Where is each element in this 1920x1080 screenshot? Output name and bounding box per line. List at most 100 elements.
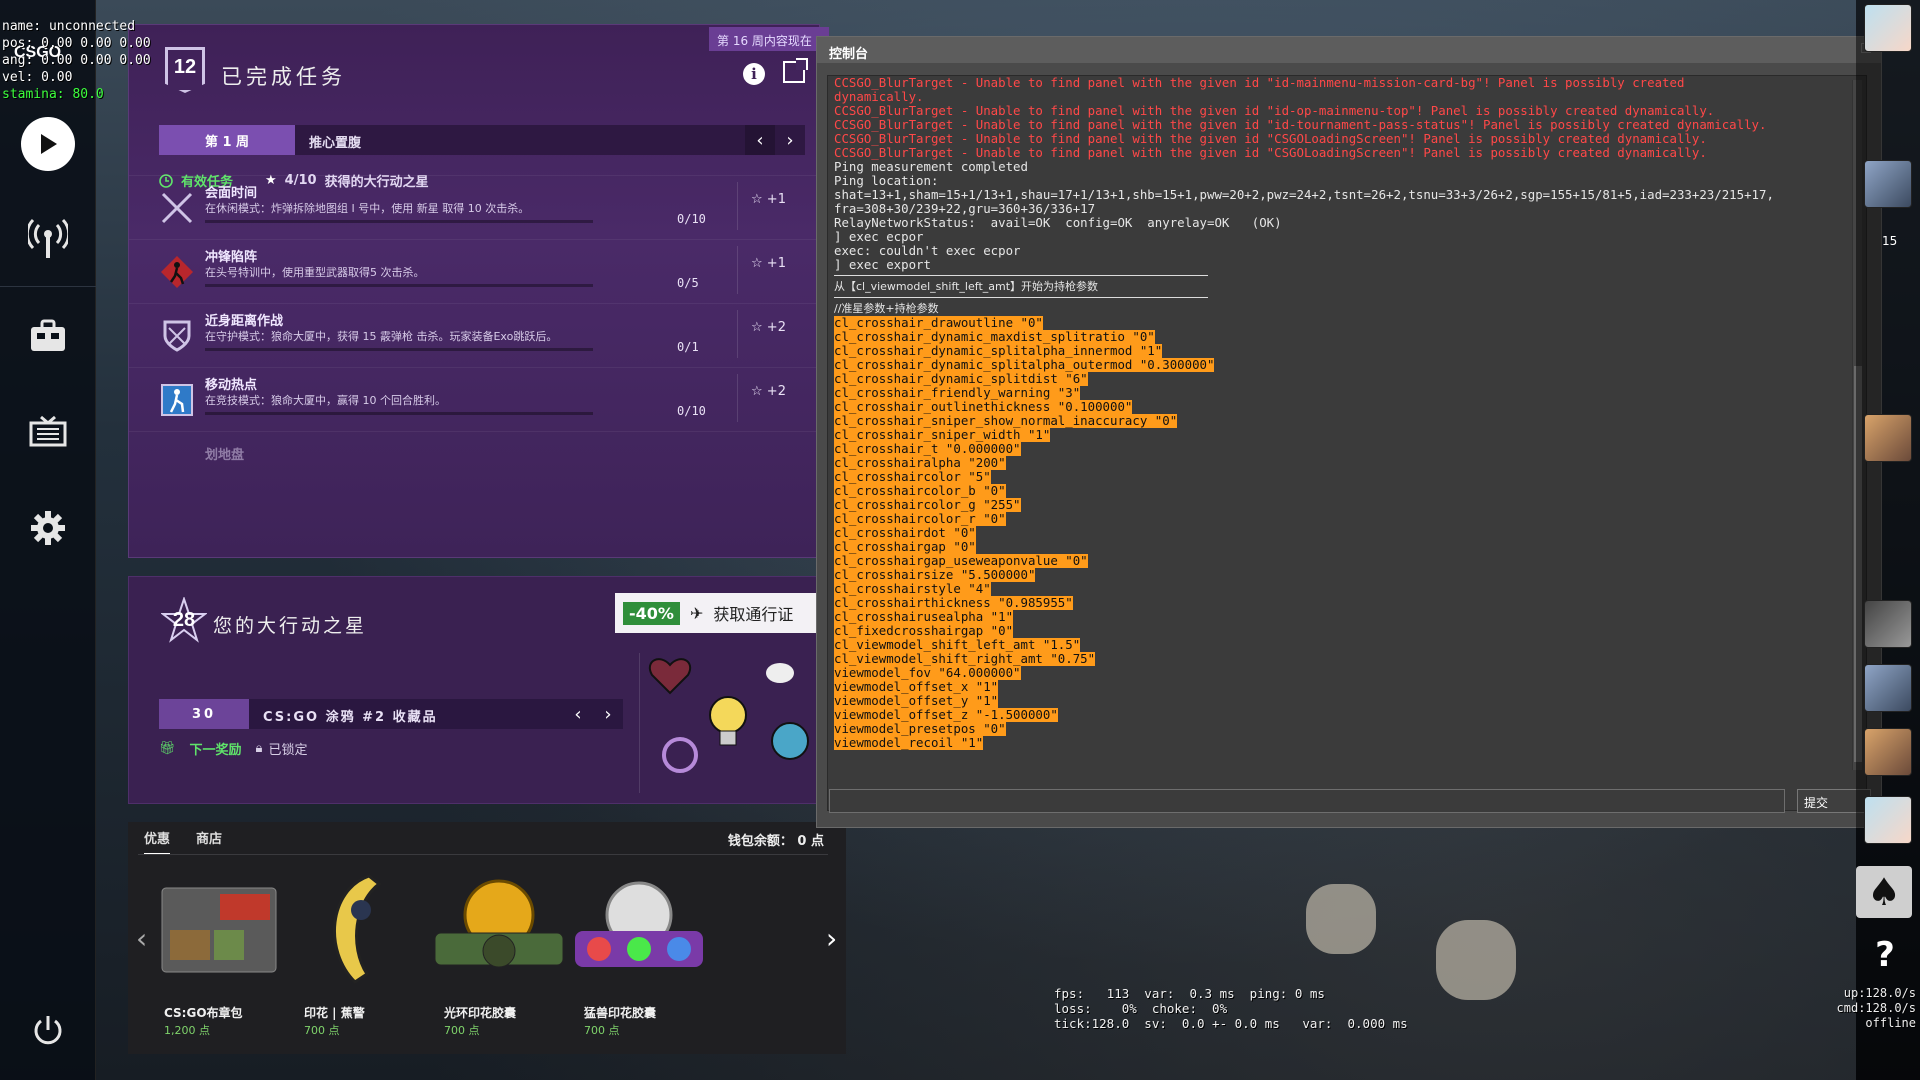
mission-row[interactable]: 近身距离作战 在守护模式：狼命大厦中，获得 15 霰弹枪 击杀。玩家装备Exo跳跃… bbox=[129, 303, 821, 367]
console-input[interactable] bbox=[829, 789, 1785, 813]
graffiti-preview[interactable] bbox=[639, 653, 819, 793]
console-highlighted-row: cl_crosshairstyle "4" bbox=[834, 582, 1774, 596]
quit-button[interactable] bbox=[18, 1000, 78, 1060]
friends-panel bbox=[1856, 0, 1920, 1080]
player-knee-right bbox=[1436, 920, 1516, 1000]
console-highlighted-row: cl_crosshair_outlinethickness "0.100000" bbox=[834, 400, 1774, 414]
console-error-line: CCSGO_BlurTarget - Unable to find panel … bbox=[834, 75, 1685, 90]
console-highlighted-row: cl_crosshairgap_useweaponvalue "0" bbox=[834, 554, 1774, 568]
hud-stamina: stamina: 80.0 bbox=[2, 87, 104, 102]
chevron-right-icon[interactable]: › bbox=[826, 922, 837, 955]
console-highlighted-row: viewmodel_offset_x "1" bbox=[834, 680, 1774, 694]
tab-deals[interactable]: 优惠 bbox=[144, 828, 171, 855]
avatar[interactable] bbox=[1864, 4, 1912, 52]
inventory-button[interactable] bbox=[18, 306, 78, 366]
avatar[interactable] bbox=[1864, 664, 1912, 712]
store-item[interactable]: CS:GO布章包 1,200 点 bbox=[144, 870, 294, 1050]
week-name: 推心置腹 bbox=[309, 136, 362, 151]
watch-button[interactable] bbox=[18, 402, 78, 462]
console-highlighted-row: cl_crosshairalpha "200" bbox=[834, 456, 1774, 470]
help-icon[interactable]: ? bbox=[1860, 930, 1910, 980]
avatar[interactable] bbox=[1864, 796, 1912, 844]
divider bbox=[737, 374, 738, 422]
console-highlighted-line: cl_crosshair_outlinethickness "0.100000" bbox=[834, 399, 1133, 414]
mission-row[interactable]: 冲锋陷阵 在头号特训中，使用重型武器取得5 次击杀。 0/5 ☆ +1 bbox=[129, 239, 821, 303]
locked-label: 已锁定 bbox=[268, 743, 308, 758]
collection-selector: 30 CS:GO 涂鸦 #2 收藏品 ‹ › bbox=[159, 699, 623, 729]
progress-bar bbox=[205, 412, 593, 415]
debug-hud: name: unconnected pos: 0.00 0.00 0.00 an… bbox=[2, 18, 151, 103]
spade-card-icon[interactable]: ♠ bbox=[1856, 866, 1912, 918]
console-highlighted-line: viewmodel_recoil "1" bbox=[834, 735, 984, 750]
hud-name: name: unconnected bbox=[2, 19, 136, 34]
left-rail bbox=[0, 0, 96, 1080]
console-highlighted-line: cl_crosshairsize "5.500000" bbox=[834, 567, 1036, 582]
chevron-left-icon[interactable]: ‹ bbox=[563, 699, 593, 729]
item-price: 700 点 bbox=[304, 1024, 340, 1037]
mission-row[interactable]: 会面时间 在休闲模式：炸弹拆除地图组 I 号中，使用 新星 取得 10 次击杀。 0… bbox=[129, 175, 821, 239]
collection-name: CS:GO 涂鸦 #2 收藏品 bbox=[263, 710, 438, 725]
store-item[interactable]: 印花 | 蕉警 700 点 bbox=[284, 870, 434, 1050]
console-separator bbox=[834, 297, 1208, 298]
store-divider bbox=[138, 854, 828, 855]
chevron-right-icon[interactable]: › bbox=[775, 125, 805, 155]
stat-line: cmd:128.0/s bbox=[1836, 1001, 1916, 1015]
mission-name: 移动热点 bbox=[205, 378, 258, 393]
console-line: ] exec ecpor bbox=[834, 229, 924, 244]
mission-description: 在竞技模式：狼命大厦中，赢得 10 个回合胜利。 bbox=[205, 394, 446, 407]
wallet-balance: 钱包余额： 0 点 bbox=[727, 834, 824, 849]
avatar[interactable] bbox=[1864, 414, 1912, 462]
broadcast-button[interactable] bbox=[18, 208, 78, 268]
avatar[interactable] bbox=[1864, 160, 1912, 208]
mission-panel: 12 已完成任务 第 16 周内容现在 i 第 1 周 推心置腹 ‹ › 有效任… bbox=[128, 24, 829, 558]
collection-number: 30 bbox=[159, 699, 249, 729]
console-highlighted-line: cl_crosshaircolor_g "255" bbox=[834, 497, 1021, 512]
console-output[interactable]: CCSGO_BlurTarget - Unable to find panel … bbox=[827, 75, 1867, 811]
console-highlighted-line: cl_crosshair_t "0.000000" bbox=[834, 441, 1021, 456]
broadcast-icon bbox=[28, 218, 68, 258]
avatar[interactable] bbox=[1864, 728, 1912, 776]
console-highlighted-line: cl_crosshair_drawoutline "0" bbox=[834, 315, 1043, 330]
console-highlighted-row: cl_crosshair_friendly_warning "3" bbox=[834, 386, 1774, 400]
console-highlighted-row: viewmodel_offset_y "1" bbox=[834, 694, 1774, 708]
star-outline-icon: ☆ bbox=[751, 320, 763, 335]
console-highlighted-line: cl_crosshair_dynamic_maxdist_splitratio … bbox=[834, 329, 1155, 344]
star-outline-icon: ☆ bbox=[751, 192, 763, 207]
week-content-tag[interactable]: 第 16 周内容现在 bbox=[709, 27, 829, 51]
mission-row[interactable]: 移动热点 在竞技模式：狼命大厦中，赢得 10 个回合胜利。 0/10 ☆ +2 bbox=[129, 367, 821, 431]
reward-amount: +2 bbox=[766, 384, 786, 399]
console-highlighted-row: cl_crosshairgap "0" bbox=[834, 540, 1774, 554]
play-button[interactable] bbox=[18, 114, 78, 174]
console-error-line: CCSGO_BlurTarget - Unable to find panel … bbox=[834, 117, 1767, 132]
console-highlighted-row: cl_crosshair_drawoutline "0" bbox=[834, 316, 1774, 330]
console-highlighted-line: cl_crosshairthickness "0.985955" bbox=[834, 595, 1073, 610]
console-error-line: CCSGO_BlurTarget - Unable to find panel … bbox=[834, 145, 1707, 160]
console-highlighted-line: cl_crosshairdot "0" bbox=[834, 525, 976, 540]
shield-icon bbox=[157, 316, 197, 356]
console-highlighted-row: cl_crosshaircolor_b "0" bbox=[834, 484, 1774, 498]
item-name: CS:GO布章包 bbox=[164, 1006, 243, 1020]
chevron-left-icon[interactable]: ‹ bbox=[745, 125, 775, 155]
settings-button[interactable] bbox=[18, 498, 78, 558]
progress-bar bbox=[205, 220, 593, 223]
mission-description: 在头号特训中，使用重型武器取得5 次击杀。 bbox=[205, 266, 425, 279]
mission-reward: ☆ +1 bbox=[751, 192, 786, 207]
console-error-line: CCSGO_BlurTarget - Unable to find panel … bbox=[834, 103, 1715, 118]
store-item[interactable]: 光环印花胶囊 700 点 bbox=[424, 870, 574, 1050]
progress-bar bbox=[205, 348, 593, 351]
avatar[interactable] bbox=[1864, 600, 1912, 648]
progress-bar bbox=[205, 284, 593, 287]
get-pass-button[interactable]: -40% ✈ 获取通行证 bbox=[615, 593, 819, 633]
console-title[interactable]: 控制台 bbox=[817, 37, 1881, 63]
list-item[interactable]: 划地盘 bbox=[129, 431, 821, 471]
netgraph-line: loss: 0% choke: 0% bbox=[1054, 1001, 1228, 1016]
info-icon[interactable]: i bbox=[743, 63, 765, 85]
console-line: RelayNetworkStatus: avail=OK config=OK a… bbox=[834, 215, 1282, 230]
tab-store[interactable]: 商店 bbox=[196, 828, 222, 855]
store-item[interactable]: 猛兽印花胶囊 700 点 bbox=[564, 870, 714, 1050]
external-link-icon[interactable] bbox=[783, 58, 808, 83]
chevron-right-icon[interactable]: › bbox=[593, 699, 623, 729]
console-highlighted-line: cl_fixedcrosshairgap "0" bbox=[834, 623, 1014, 638]
mission-title: 已完成任务 bbox=[221, 65, 346, 89]
console-highlighted-line: viewmodel_fov "64.000000" bbox=[834, 665, 1021, 680]
